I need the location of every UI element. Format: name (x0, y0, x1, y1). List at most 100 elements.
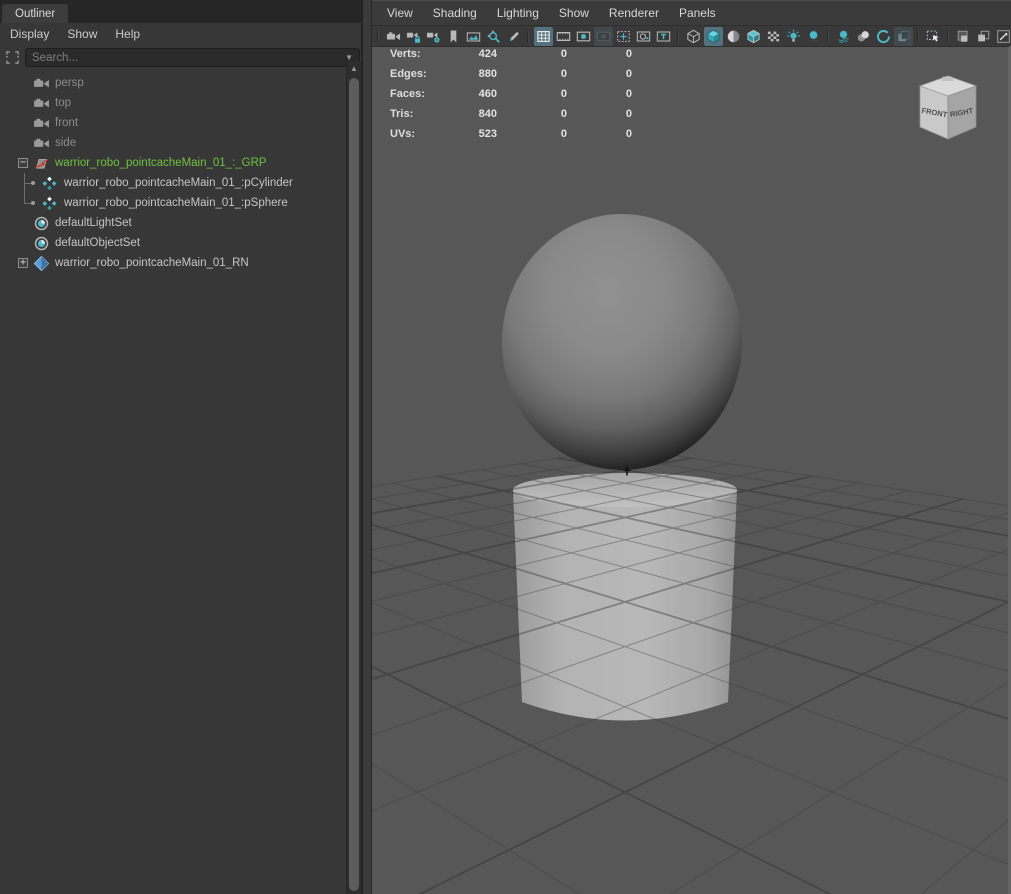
maya-window: Outliner DisplayShowHelp Search... ▼ per… (0, 0, 1011, 894)
isolate-selected-icon[interactable] (974, 27, 993, 46)
hud-value: 0 (497, 64, 567, 84)
camera-attributes-icon[interactable] (424, 27, 443, 46)
hud-label: Edges: (390, 64, 462, 84)
menu-renderer[interactable]: Renderer (599, 3, 669, 23)
scrollbar-thumb[interactable] (349, 78, 359, 891)
tree-row-label: side (55, 137, 76, 149)
outliner-tabstrip: Outliner (0, 0, 361, 23)
menu-display[interactable]: Display (1, 25, 58, 43)
tree-connector-dot (31, 181, 35, 185)
menu-shading[interactable]: Shading (423, 3, 487, 23)
hud-label: Tris: (390, 104, 462, 124)
ambient-occlusion-icon[interactable] (834, 27, 853, 46)
hud-label: Verts: (390, 46, 462, 64)
outliner-scrollbar[interactable]: ▲ (346, 62, 361, 894)
hud-row: Edges:88000 (372, 64, 632, 84)
gate-mask-icon[interactable] (594, 27, 613, 46)
tree-row-front[interactable]: front (0, 113, 361, 133)
camera-icon[interactable] (384, 27, 403, 46)
tree-row-defaultLightSet[interactable]: defaultLightSet (0, 213, 361, 233)
view-cube-home-notch (941, 77, 954, 81)
toolbar-separator (917, 30, 919, 43)
search-dropdown-icon[interactable]: ▼ (345, 53, 353, 62)
outliner-tree: persp topfront side warrior_robo_pointcache… (0, 73, 361, 273)
viewport-menubar: ViewShadingLightingShowRendererPanels (372, 0, 1011, 25)
textured-icon[interactable] (744, 27, 763, 46)
menu-show[interactable]: Show (58, 25, 106, 43)
sphere-object[interactable] (502, 214, 742, 470)
camera-icon (33, 115, 50, 132)
shadows-icon[interactable] (804, 27, 823, 46)
outliner-tab[interactable]: Outliner (2, 4, 68, 23)
safe-title-icon[interactable] (654, 27, 673, 46)
tree-row-label: defaultObjectSet (55, 237, 140, 249)
pick-matte-icon[interactable] (994, 27, 1011, 46)
image-plane-icon[interactable] (464, 27, 483, 46)
outliner-panel: Outliner DisplayShowHelp Search... ▼ per… (0, 0, 361, 894)
menu-lighting[interactable]: Lighting (487, 3, 549, 23)
hud-value: 0 (567, 46, 632, 64)
menu-help[interactable]: Help (106, 25, 149, 43)
shaded-icon[interactable] (704, 27, 723, 46)
motion-blur-icon[interactable] (854, 27, 873, 46)
search-input[interactable]: Search... ▼ (25, 48, 360, 67)
wireframe-on-shaded-icon[interactable] (724, 27, 743, 46)
hud-row: Verts:42400 (372, 46, 632, 64)
outliner-search-row: Search... ▼ (0, 44, 361, 71)
isolate-select-icon[interactable] (954, 27, 973, 46)
hud-value: 0 (497, 124, 567, 144)
tree-row-label: warrior_robo_pointcacheMain_01_RN (55, 257, 249, 269)
cylinder-object[interactable] (513, 473, 737, 721)
tree-row-warrior_robo_pointcacheMain_01_:pCylinder[interactable]: warrior_robo_pointcacheMain_01_:pCylinde… (0, 173, 361, 193)
bookmark-icon[interactable] (444, 27, 463, 46)
pan-zoom-icon[interactable] (484, 27, 503, 46)
grease-pencil-icon[interactable] (504, 27, 523, 46)
scene-3d (372, 47, 1008, 894)
search-placeholder: Search... (32, 52, 345, 64)
film-gate-icon[interactable] (554, 27, 573, 46)
lights-icon[interactable] (784, 27, 803, 46)
tree-row-persp[interactable]: persp (0, 73, 361, 93)
depth-of-field-icon[interactable] (894, 27, 913, 46)
tree-row-label: warrior_robo_pointcacheMain_01_:_GRP (55, 157, 267, 169)
hud-value: 0 (497, 104, 567, 124)
hud-row: Tris:84000 (372, 104, 632, 124)
hud-value: 424 (462, 46, 497, 64)
tree-row-label: defaultLightSet (55, 217, 132, 229)
wireframe-icon[interactable] (684, 27, 703, 46)
marquee-select-icon[interactable] (924, 27, 943, 46)
hud-value: 0 (567, 84, 632, 104)
tree-connector-line (24, 203, 31, 204)
set-icon (33, 215, 50, 232)
view-cube[interactable]: FRONT RIGHT (913, 73, 983, 145)
menu-panels[interactable]: Panels (669, 3, 726, 23)
safe-action-icon[interactable] (634, 27, 653, 46)
scroll-up-icon[interactable]: ▲ (347, 62, 361, 76)
expand-expander[interactable]: + (18, 258, 28, 268)
camera-lock-icon[interactable] (404, 27, 423, 46)
anti-aliasing-icon[interactable] (874, 27, 893, 46)
toolbar-separator (827, 30, 829, 43)
grid-icon[interactable] (534, 27, 553, 46)
hud-value: 840 (462, 104, 497, 124)
tree-row-defaultObjectSet[interactable]: defaultObjectSet (0, 233, 361, 253)
camera-icon (33, 135, 50, 152)
toolbar-separator (947, 30, 949, 43)
toolbar-separator (677, 30, 679, 43)
tree-row-warrior_robo_pointcacheMain_01_:_GRP[interactable]: warrior_robo_pointcacheMain_01_:_GRP − (0, 153, 361, 173)
tree-row-warrior_robo_pointcacheMain_01_:pSphere[interactable]: warrior_robo_pointcacheMain_01_:pSphere (0, 193, 361, 213)
menu-show[interactable]: Show (549, 3, 599, 23)
collapse-expander[interactable]: − (18, 158, 28, 168)
field-chart-icon[interactable] (614, 27, 633, 46)
panel-splitter[interactable] (361, 0, 372, 894)
menu-view[interactable]: View (377, 3, 423, 23)
tree-row-warrior_robo_pointcacheMain_01_RN[interactable]: warrior_robo_pointcacheMain_01_RN + (0, 253, 361, 273)
resolution-gate-icon[interactable] (574, 27, 593, 46)
viewport-canvas[interactable]: Verts:42400Edges:88000Faces:46000Tris:84… (372, 46, 1011, 894)
filter-icon[interactable] (3, 49, 22, 67)
use-all-lights-icon[interactable] (764, 27, 783, 46)
tree-row-label: persp (55, 77, 84, 89)
tree-row-top[interactable]: top (0, 93, 361, 113)
tree-row-side[interactable]: side (0, 133, 361, 153)
toolbar-separator (527, 30, 529, 43)
